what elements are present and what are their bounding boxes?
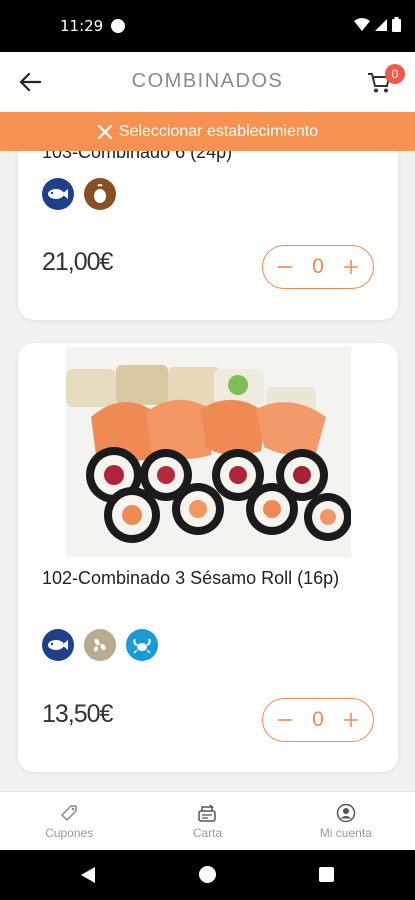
product-name: 103-Combinado 6 (24p): [42, 151, 233, 162]
cart-button[interactable]: 0: [363, 64, 405, 100]
quantity-stepper: 0: [262, 698, 374, 742]
product-price: 13,50€: [42, 700, 113, 728]
increase-button[interactable]: [339, 255, 363, 279]
quantity-stepper: 0: [262, 245, 374, 289]
product-name: 102-Combinado 3 Sésamo Roll (16p): [42, 568, 340, 588]
allergen-list: [42, 629, 158, 661]
minus-icon: [278, 266, 292, 268]
select-store-banner[interactable]: Seleccionar establecimiento: [0, 112, 415, 151]
product-card[interactable]: 103-Combinado 6 (24p) 21,00€ 0: [18, 151, 398, 320]
coupon-icon: [61, 804, 77, 821]
notification-app-icon: [111, 19, 125, 33]
banner-label: Seleccionar establecimiento: [118, 122, 319, 140]
system-recents-icon[interactable]: [319, 867, 334, 882]
plus-icon: [344, 260, 358, 274]
egg-icon: [84, 178, 116, 210]
page-title: COMBINADOS: [131, 70, 284, 92]
status-icons: [354, 17, 401, 32]
quantity-value: 0: [312, 708, 324, 731]
wifi-icon: [354, 17, 370, 31]
cart-count-badge: 0: [385, 64, 405, 84]
decrease-button[interactable]: [273, 708, 297, 732]
menu-card-icon: [198, 803, 217, 822]
status-time: 11:29: [60, 17, 104, 35]
product-card[interactable]: 102-Combinado 3 Sésamo Roll (16p) 13,50€…: [18, 343, 398, 772]
user-icon: [336, 803, 356, 822]
increase-button[interactable]: [339, 708, 363, 732]
battery-icon: [392, 17, 401, 32]
nav-label-account: Mi cuenta: [319, 825, 372, 840]
system-back-icon[interactable]: [80, 866, 96, 884]
product-price: 21,00€: [42, 248, 113, 276]
product-image: [66, 347, 351, 557]
fish-icon: [42, 178, 74, 210]
product-list[interactable]: 103-Combinado 6 (24p) 21,00€ 0 102-Combi…: [0, 151, 415, 791]
nav-item-coupons[interactable]: Cupones: [0, 792, 138, 850]
allergen-list: [42, 178, 116, 210]
quantity-value: 0: [312, 255, 324, 278]
plus-icon: [344, 713, 358, 727]
status-bar: 11:29: [0, 0, 415, 52]
nav-label-menu: Carta: [192, 825, 223, 840]
app-bar: COMBINADOS 0: [0, 52, 415, 112]
sesame-icon: [84, 629, 116, 661]
nav-item-account[interactable]: Mi cuenta: [277, 792, 415, 850]
bottom-nav: Cupones Carta Mi cuenta: [0, 791, 415, 850]
nav-item-menu[interactable]: Carta: [138, 792, 276, 850]
system-nav-bar: [0, 850, 415, 900]
minus-icon: [278, 719, 292, 721]
fish-icon: [42, 629, 74, 661]
crustacean-icon: [126, 629, 158, 661]
signal-icon: [375, 18, 387, 31]
nav-label-coupons: Cupones: [45, 825, 94, 840]
system-home-icon[interactable]: [199, 866, 216, 883]
cutlery-icon: [97, 124, 112, 139]
decrease-button[interactable]: [273, 255, 297, 279]
